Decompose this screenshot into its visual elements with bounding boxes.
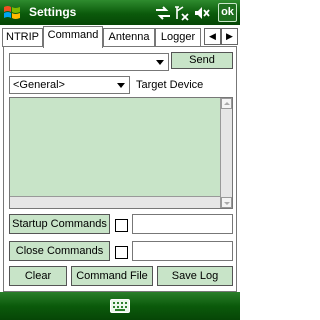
close-commands-input[interactable] <box>132 241 233 261</box>
horizontal-scrollbar[interactable] <box>10 196 220 208</box>
tab-ntrip[interactable]: NTRIP <box>2 28 43 47</box>
connectivity-icon[interactable] <box>154 5 172 21</box>
target-device-dropdown[interactable]: <General> <box>9 76 130 94</box>
window-title: Settings <box>29 5 77 19</box>
tab-command[interactable]: Command <box>43 26 103 48</box>
chevron-down-icon <box>117 83 125 88</box>
tab-scroll-right-button[interactable]: ▶ <box>221 28 238 45</box>
ok-button[interactable]: ok <box>218 3 237 22</box>
bottom-bar <box>0 292 240 320</box>
chevron-down-icon <box>156 60 164 65</box>
target-device-value: <General> <box>13 79 65 91</box>
startup-commands-button[interactable]: Startup Commands <box>9 214 110 234</box>
save-log-button[interactable]: Save Log <box>157 266 233 286</box>
tab-antenna[interactable]: Antenna <box>103 28 155 47</box>
scroll-up-icon[interactable] <box>221 98 232 109</box>
clear-button[interactable]: Clear <box>9 266 67 286</box>
vertical-scrollbar[interactable] <box>220 98 232 208</box>
close-commands-button[interactable]: Close Commands <box>9 241 110 261</box>
chevron-right-icon: ▶ <box>226 31 233 41</box>
no-signal-icon[interactable] <box>174 5 190 21</box>
keyboard-icon[interactable] <box>110 299 130 313</box>
send-button[interactable]: Send <box>171 52 233 69</box>
tab-logger[interactable]: Logger <box>155 28 201 47</box>
tab-scroll-left-button[interactable]: ◀ <box>204 28 221 45</box>
tab-strip: NTRIP Command Antenna Logger ◀ ▶ <box>0 25 240 48</box>
chevron-left-icon: ◀ <box>209 31 216 41</box>
command-file-button[interactable]: Command File <box>71 266 153 286</box>
title-bar: Settings ok <box>0 0 240 25</box>
close-commands-checkbox[interactable] <box>115 246 128 259</box>
windows-start-icon[interactable] <box>3 4 21 21</box>
target-device-label: Target Device <box>136 79 204 91</box>
scroll-down-icon[interactable] <box>221 197 232 208</box>
command-output-textarea[interactable] <box>9 97 233 209</box>
startup-commands-input[interactable] <box>132 214 233 234</box>
startup-commands-checkbox[interactable] <box>115 219 128 232</box>
volume-muted-icon[interactable] <box>193 5 211 21</box>
command-panel: Send <General> Target Device Startup Com… <box>3 46 237 292</box>
command-dropdown[interactable] <box>9 53 169 71</box>
